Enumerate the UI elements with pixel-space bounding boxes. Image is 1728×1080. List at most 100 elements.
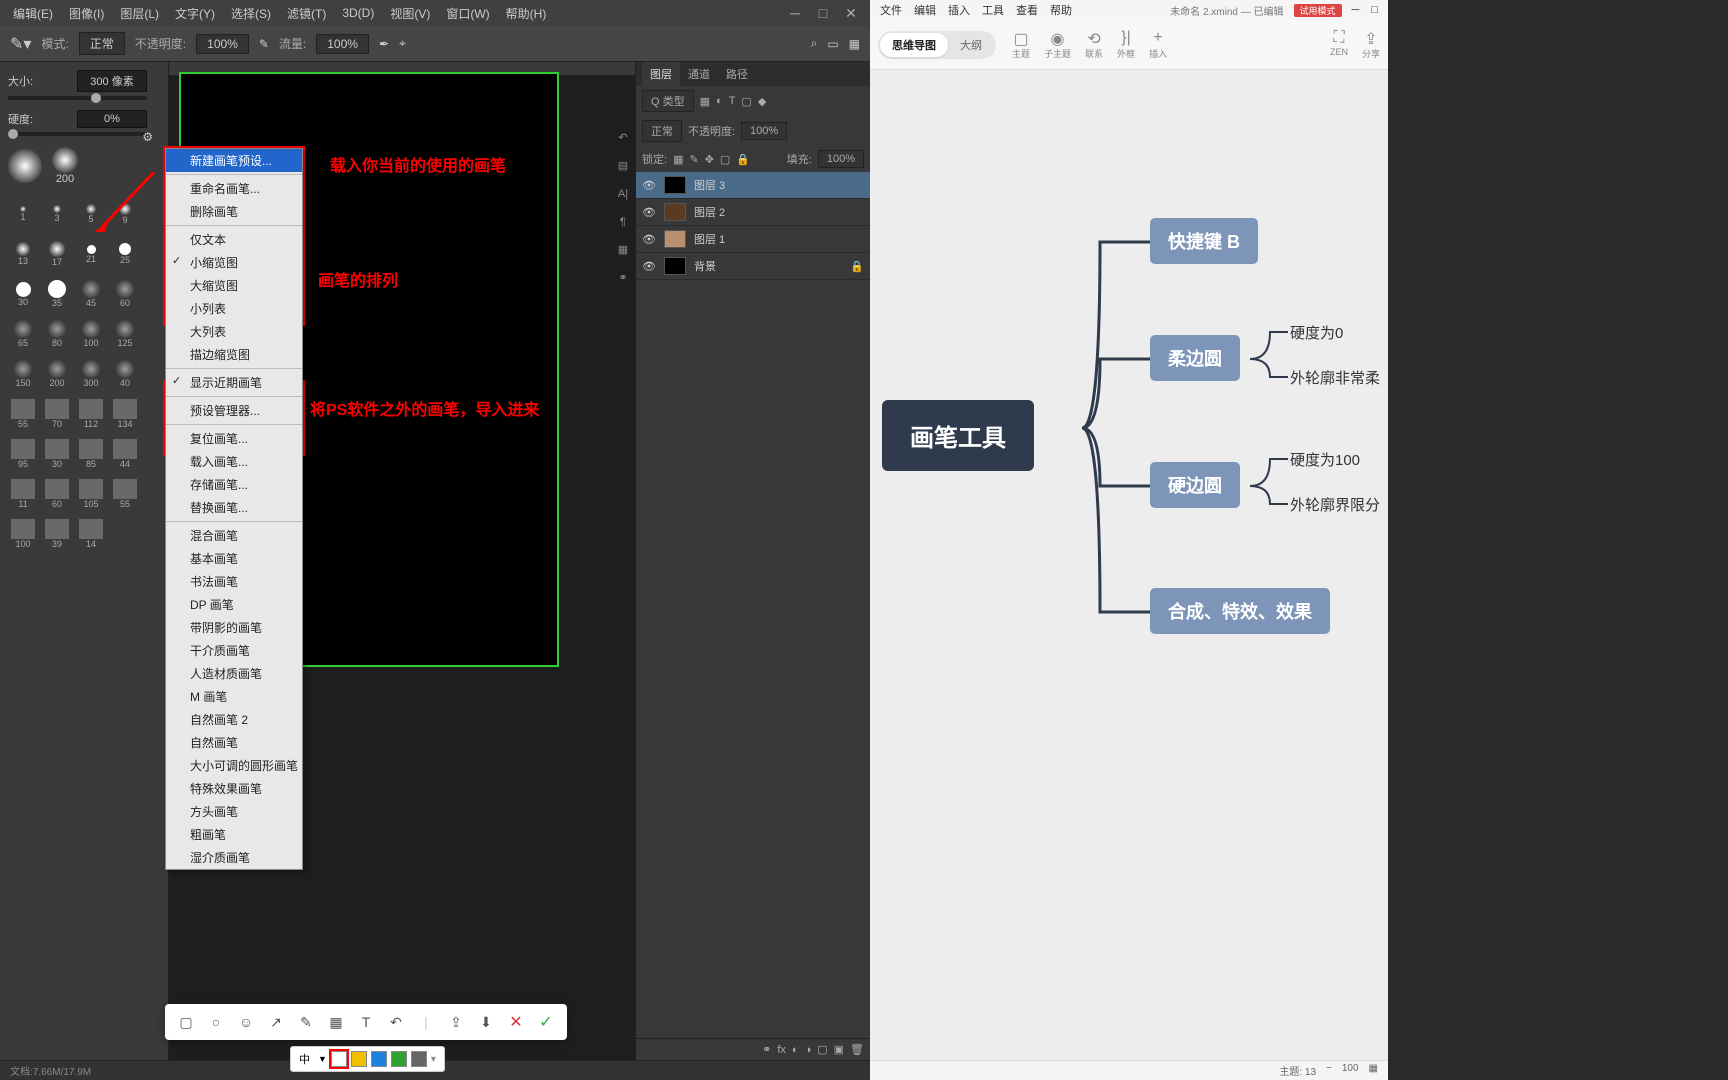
share-tool[interactable]: ⇪ (441, 1010, 471, 1034)
stroke-width[interactable]: 中 (299, 1051, 310, 1067)
visibility-icon[interactable]: 👁 (642, 206, 656, 219)
tab-outline[interactable]: 大纲 (948, 33, 994, 57)
menu-item[interactable]: 湿介质画笔 (166, 846, 302, 869)
xm-tool-btn[interactable]: +插入 (1149, 29, 1167, 60)
xm-right-btn[interactable]: ⛶ZEN (1330, 29, 1348, 60)
color-red-outline[interactable] (331, 1051, 347, 1067)
menu-item[interactable]: 预设管理器... (166, 399, 302, 422)
mindmap-node[interactable]: 合成、特效、效果 (1150, 588, 1330, 634)
brush-grid[interactable]: 1359131721253035456065801001251502003004… (8, 196, 147, 552)
brush-preset[interactable]: 21 (76, 236, 106, 272)
menu-type[interactable]: 文字(Y) (167, 5, 223, 22)
menu-window[interactable]: 窗口(W) (438, 5, 497, 22)
menu-layer[interactable]: 图层(L) (112, 5, 167, 22)
brush-preset[interactable]: 134 (110, 396, 140, 432)
workspace-icon[interactable]: ▦ (849, 37, 860, 51)
properties-icon[interactable]: ▤ (613, 156, 633, 176)
brush-preset[interactable]: 45 (76, 276, 106, 312)
mindmap-node[interactable]: 柔边圆 (1150, 335, 1240, 381)
brush-preset[interactable]: 14 (76, 516, 106, 552)
menu-help[interactable]: 帮助(H) (498, 5, 555, 22)
mindmap-leaf[interactable]: 外轮廓界限分 (1290, 494, 1380, 515)
filter-type-icon[interactable]: T (729, 95, 736, 107)
brush-preset[interactable]: 40 (110, 356, 140, 392)
mindmap-leaf[interactable]: 硬度为0 (1290, 322, 1343, 343)
size-input[interactable]: 300 像素 (77, 70, 147, 92)
mindmap-leaf[interactable]: 硬度为100 (1290, 449, 1360, 470)
menu-filter[interactable]: 滤镜(T) (279, 5, 334, 22)
brush-preset[interactable]: 80 (42, 316, 72, 352)
menu-item[interactable]: 干介质画笔 (166, 639, 302, 662)
mindmap-leaf[interactable]: 外轮廓非常柔 (1290, 367, 1380, 388)
arrow-tool[interactable]: ↗ (261, 1010, 291, 1034)
cancel-button[interactable]: ✕ (501, 1010, 531, 1034)
brush-preset[interactable]: 13 (8, 236, 38, 272)
brush-preset[interactable]: 105 (76, 476, 106, 512)
layer-row[interactable]: 👁图层 1 (636, 226, 870, 253)
group-icon[interactable]: ▢ (817, 1043, 827, 1056)
minimize-icon[interactable]: ─ (781, 5, 809, 22)
menu-item[interactable]: 大小可调的圆形画笔 (166, 754, 302, 777)
menu-item[interactable]: 显示近期画笔 (166, 371, 302, 394)
xm-tool-btn[interactable]: ⟲联系 (1085, 29, 1103, 60)
brush-preset[interactable]: 17 (42, 236, 72, 272)
menu-item[interactable]: 大列表 (166, 320, 302, 343)
undo-tool[interactable]: ↶ (381, 1010, 411, 1034)
brush-preset[interactable]: 85 (76, 436, 106, 472)
color-yellow[interactable] (351, 1051, 367, 1067)
xm-menu-help[interactable]: 帮助 (1044, 2, 1078, 18)
mindmap-root[interactable]: 画笔工具 (882, 400, 1034, 471)
menu-item[interactable]: 方头画笔 (166, 800, 302, 823)
xm-menu-view[interactable]: 查看 (1010, 2, 1044, 18)
brush-preset[interactable]: 55 (8, 396, 38, 432)
filter-smart-icon[interactable]: ◆ (758, 95, 766, 108)
mosaic-tool[interactable]: ▦ (321, 1010, 351, 1034)
hardness-input[interactable]: 0% (77, 110, 147, 128)
filter-image-icon[interactable]: ▦ (700, 95, 710, 108)
rect-tool[interactable]: ▢ (171, 1010, 201, 1034)
brush-preset[interactable]: 44 (110, 436, 140, 472)
menu-item[interactable]: 小缩览图 (166, 251, 302, 274)
flow-field[interactable]: 100% (316, 34, 369, 54)
menu-item[interactable]: M 画笔 (166, 685, 302, 708)
download-tool[interactable]: ⬇ (471, 1010, 501, 1034)
filter-shape-icon[interactable]: ▢ (741, 95, 751, 108)
menu-item[interactable]: 混合画笔 (166, 524, 302, 547)
tab-channels[interactable]: 通道 (680, 62, 718, 86)
filter-adjust-icon[interactable]: ◐ (716, 95, 723, 107)
menu-item[interactable]: 小列表 (166, 297, 302, 320)
airbrush-icon[interactable]: ✒ (379, 37, 389, 51)
brush-preset[interactable]: 100 (8, 516, 38, 552)
lock-artboard-icon[interactable]: ▢ (720, 153, 730, 166)
text-tool[interactable]: T (351, 1010, 381, 1034)
visibility-icon[interactable]: 👁 (642, 179, 656, 192)
xm-menu-tools[interactable]: 工具 (976, 2, 1010, 18)
menu-image[interactable]: 图像(I) (61, 5, 112, 22)
layer-opacity[interactable]: 100% (741, 122, 787, 140)
opacity-field[interactable]: 100% (196, 34, 249, 54)
visibility-icon[interactable]: 👁 (642, 260, 656, 273)
confirm-button[interactable]: ✓ (531, 1010, 561, 1034)
swatches-icon[interactable]: ▦ (613, 240, 633, 260)
menu-item[interactable]: 基本画笔 (166, 547, 302, 570)
brush-preset[interactable]: 95 (8, 436, 38, 472)
brush-preset[interactable]: 30 (42, 436, 72, 472)
blend-mode[interactable]: 正常 (642, 120, 682, 142)
brush-preset[interactable]: 30 (8, 276, 38, 312)
xm-tool-btn[interactable]: ◉子主题 (1044, 29, 1071, 60)
menu-item[interactable]: 载入画笔... (166, 450, 302, 473)
brush-preset[interactable]: 3 (42, 196, 72, 232)
menu-item[interactable]: 描边缩览图 (166, 343, 302, 366)
lock-trans-icon[interactable]: ▦ (673, 153, 683, 166)
xm-min-icon[interactable]: ─ (1346, 4, 1366, 16)
menu-item[interactable]: 复位画笔... (166, 427, 302, 450)
brush-preset[interactable]: 70 (42, 396, 72, 432)
circle-tool[interactable]: ○ (201, 1010, 231, 1034)
menu-item[interactable]: 带阴影的画笔 (166, 616, 302, 639)
mindmap-node[interactable]: 快捷键 B (1150, 218, 1258, 264)
menu-item[interactable]: 特殊效果画笔 (166, 777, 302, 800)
zoom-in-icon[interactable]: 100 (1342, 1063, 1359, 1078)
menu-select[interactable]: 选择(S) (223, 5, 279, 22)
maximize-icon[interactable]: □ (809, 5, 837, 22)
brush-preset[interactable]: 200 (42, 356, 72, 392)
